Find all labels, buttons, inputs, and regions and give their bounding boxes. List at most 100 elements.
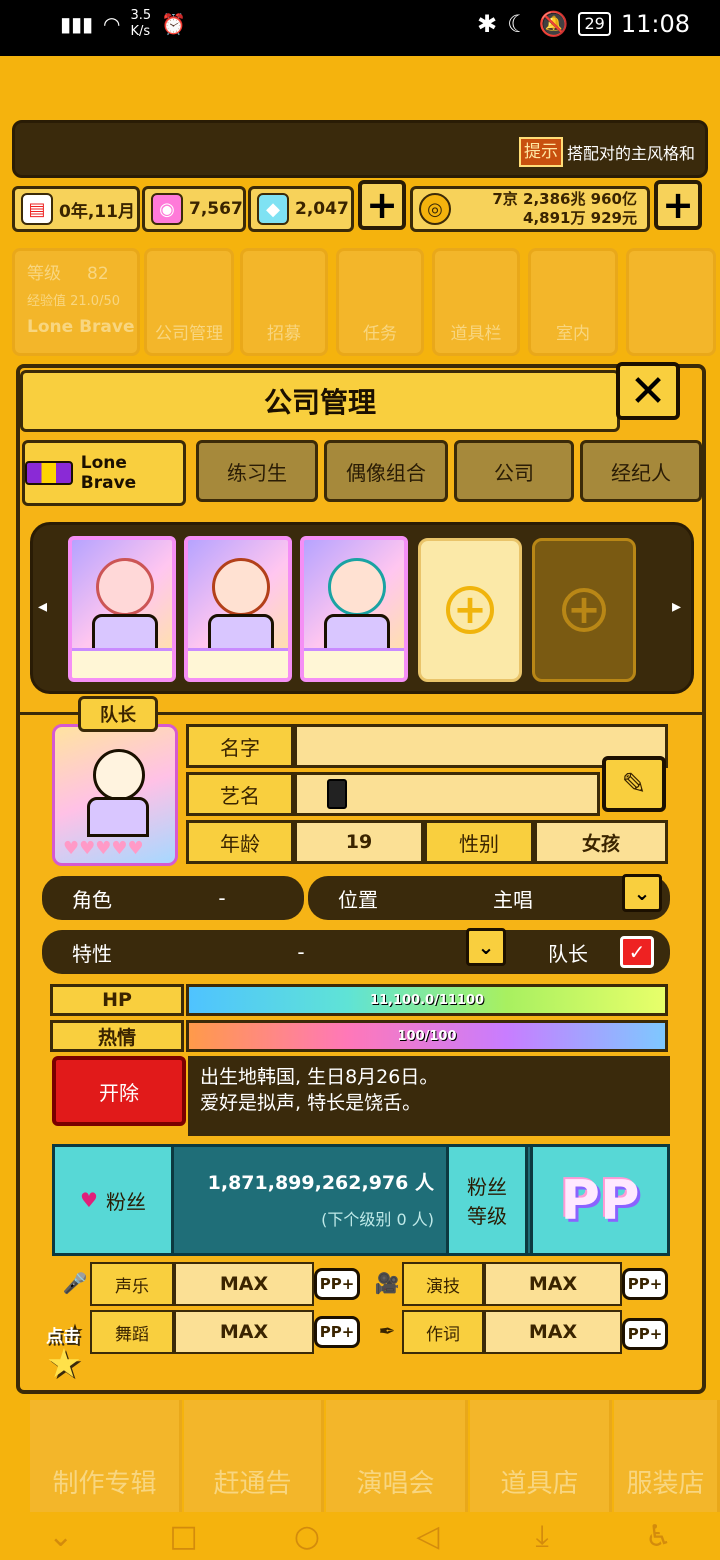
hint-text: 搭配对的主风格和 <box>567 144 696 163</box>
lyrics-pp-button[interactable]: PP+ <box>622 1318 668 1350</box>
add-member-slot[interactable]: + <box>418 538 522 682</box>
skill-vocal-label: 声乐 <box>90 1262 174 1306</box>
bluetooth-icon: ✱ <box>476 10 498 38</box>
bio-line-2: 爱好是拟声, 特长是饶舌。 <box>200 1092 422 1114</box>
nav-concert[interactable]: 演唱会 <box>326 1400 468 1512</box>
add-icon: + <box>446 586 494 634</box>
nav-schedule[interactable]: 赶通告 <box>184 1400 324 1512</box>
role-row: 角色 - <box>42 876 304 920</box>
bg-exp: 经验值 21.0/50 <box>27 294 120 309</box>
buy-diamond-button[interactable]: + <box>358 180 406 230</box>
back-icon[interactable]: ◁ <box>416 1519 439 1554</box>
buy-money-button[interactable]: + <box>654 180 702 230</box>
recents-icon[interactable]: □ <box>169 1519 197 1554</box>
hide-nav-icon[interactable]: ⌄ <box>48 1519 73 1554</box>
member-avatar <box>96 558 154 616</box>
stage-name-field[interactable] <box>294 772 600 816</box>
portrait-outfit <box>87 797 149 837</box>
skill-dance-value: MAX <box>174 1310 314 1354</box>
position-value: 主唱 <box>493 887 533 912</box>
fan-level-line-1: 粉丝 <box>467 1175 507 1199</box>
scroll-right-icon[interactable]: ▸ <box>672 596 681 617</box>
pp-upgrade-button[interactable]: PP <box>530 1144 670 1256</box>
edit-name-button[interactable]: ✎ <box>602 756 666 812</box>
skill-acting-value: MAX <box>484 1262 622 1306</box>
chevron-down-icon: ⌄ <box>477 935 495 959</box>
pen-icon: ✒ <box>378 1319 396 1343</box>
member-avatar <box>328 558 386 616</box>
hp-label: HP <box>50 984 184 1016</box>
fans-label-box: ♥ 粉丝 <box>52 1144 174 1256</box>
leader-checkbox[interactable]: ✓ <box>620 936 654 968</box>
accessibility-icon[interactable]: ♿ <box>645 1519 672 1554</box>
member-card[interactable] <box>68 536 176 682</box>
star-icon[interactable]: ★ <box>46 1344 82 1384</box>
tab-company[interactable]: 公司 <box>454 440 574 502</box>
member-name-plate <box>188 648 288 678</box>
position-label: 位置 <box>338 887 378 912</box>
money-line-2: 4,891万 929元 <box>523 209 637 227</box>
close-button[interactable]: ✕ <box>616 362 680 420</box>
dance-pp-button[interactable]: PP+ <box>314 1316 360 1348</box>
position-dropdown[interactable]: ⌄ <box>622 874 662 912</box>
hint-badge: 提示 <box>519 137 563 167</box>
download-icon[interactable]: ⤓ <box>536 1519 549 1554</box>
passion-label: 热情 <box>50 1020 184 1052</box>
gender-label: 性别 <box>424 820 534 864</box>
check-icon: ✓ <box>628 940 646 964</box>
vocal-pp-button[interactable]: PP+ <box>314 1268 360 1300</box>
add-icon: + <box>562 588 606 632</box>
calendar-icon: ▤ <box>21 193 53 225</box>
gender-value: 女孩 <box>534 820 668 864</box>
bg-menu-interior: 室内 <box>528 248 618 356</box>
age-value: 19 <box>294 820 424 864</box>
role-label: 角色 <box>72 887 112 912</box>
diamond-icon: ◆ <box>257 193 289 225</box>
fire-button[interactable]: 开除 <box>52 1056 186 1126</box>
scroll-left-icon[interactable]: ◂ <box>38 596 47 617</box>
diamond-value: 2,047 <box>295 199 349 219</box>
system-nav-bar: ⌄ □ ○ ◁ ⤓ ♿ <box>0 1512 720 1560</box>
tab-idol-group[interactable]: 偶像组合 <box>324 440 448 502</box>
nav-clothing-shop[interactable]: 服装店 <box>614 1400 720 1512</box>
chevron-down-icon: ⌄ <box>633 881 651 905</box>
nav-make-album[interactable]: 制作专辑 <box>30 1400 182 1512</box>
trait-label: 特性 <box>72 941 112 966</box>
network-speed: 3.5 K/s <box>130 8 152 39</box>
name-label: 名字 <box>186 724 294 768</box>
tab-manager[interactable]: 经纪人 <box>580 440 702 502</box>
member-bio: 出生地韩国, 生日8月26日。 爱好是拟声, 特长是饶舌。 <box>188 1056 670 1136</box>
trait-row: 特性 - 队长 <box>42 930 670 974</box>
bg-profile-card: 等级 82 经验值 21.0/50 Lone Brave <box>12 248 140 356</box>
hp-bar: 11,100.0/11100 <box>186 984 668 1016</box>
mute-icon: 🔕 <box>538 10 569 38</box>
age-label: 年龄 <box>186 820 294 864</box>
home-icon[interactable]: ○ <box>294 1519 320 1554</box>
nav-item-shop[interactable]: 道具店 <box>470 1400 612 1512</box>
coin-icon: ◎ <box>419 193 451 225</box>
pencil-icon: ✎ <box>621 766 647 802</box>
skill-acting-label: 演技 <box>402 1262 484 1306</box>
status-bar: ▮▮▮ ◠ 3.5 K/s ⏰ ✱ ☾ 🔕 29 11:08 <box>0 0 720 56</box>
member-name-plate <box>304 648 404 678</box>
skill-lyrics-value: MAX <box>484 1310 622 1354</box>
locked-member-slot[interactable]: + <box>532 538 636 682</box>
bg-menu-company: 公司管理 <box>144 248 234 356</box>
trait-dropdown[interactable]: ⌄ <box>466 928 506 966</box>
bg-group-name: Lone Brave <box>27 317 135 337</box>
member-avatar <box>212 558 270 616</box>
tab-label: Lone Brave <box>80 453 137 493</box>
role-value: - <box>218 886 226 910</box>
portrait-face <box>93 749 145 801</box>
heart-icon: ♥ <box>80 1188 98 1212</box>
group-icon <box>25 461 73 485</box>
tab-trainee[interactable]: 练习生 <box>196 440 318 502</box>
pink-gem-display: ◉ 7,567 <box>142 186 246 232</box>
bio-line-1: 出生地韩国, 生日8月26日。 <box>200 1066 439 1088</box>
acting-pp-button[interactable]: PP+ <box>622 1268 668 1300</box>
mic-icon: 🎤 <box>62 1271 88 1295</box>
member-card[interactable] <box>300 536 408 682</box>
member-card[interactable] <box>184 536 292 682</box>
tab-lone-brave[interactable]: Lone Brave <box>22 440 186 506</box>
mic-icon <box>327 779 347 809</box>
